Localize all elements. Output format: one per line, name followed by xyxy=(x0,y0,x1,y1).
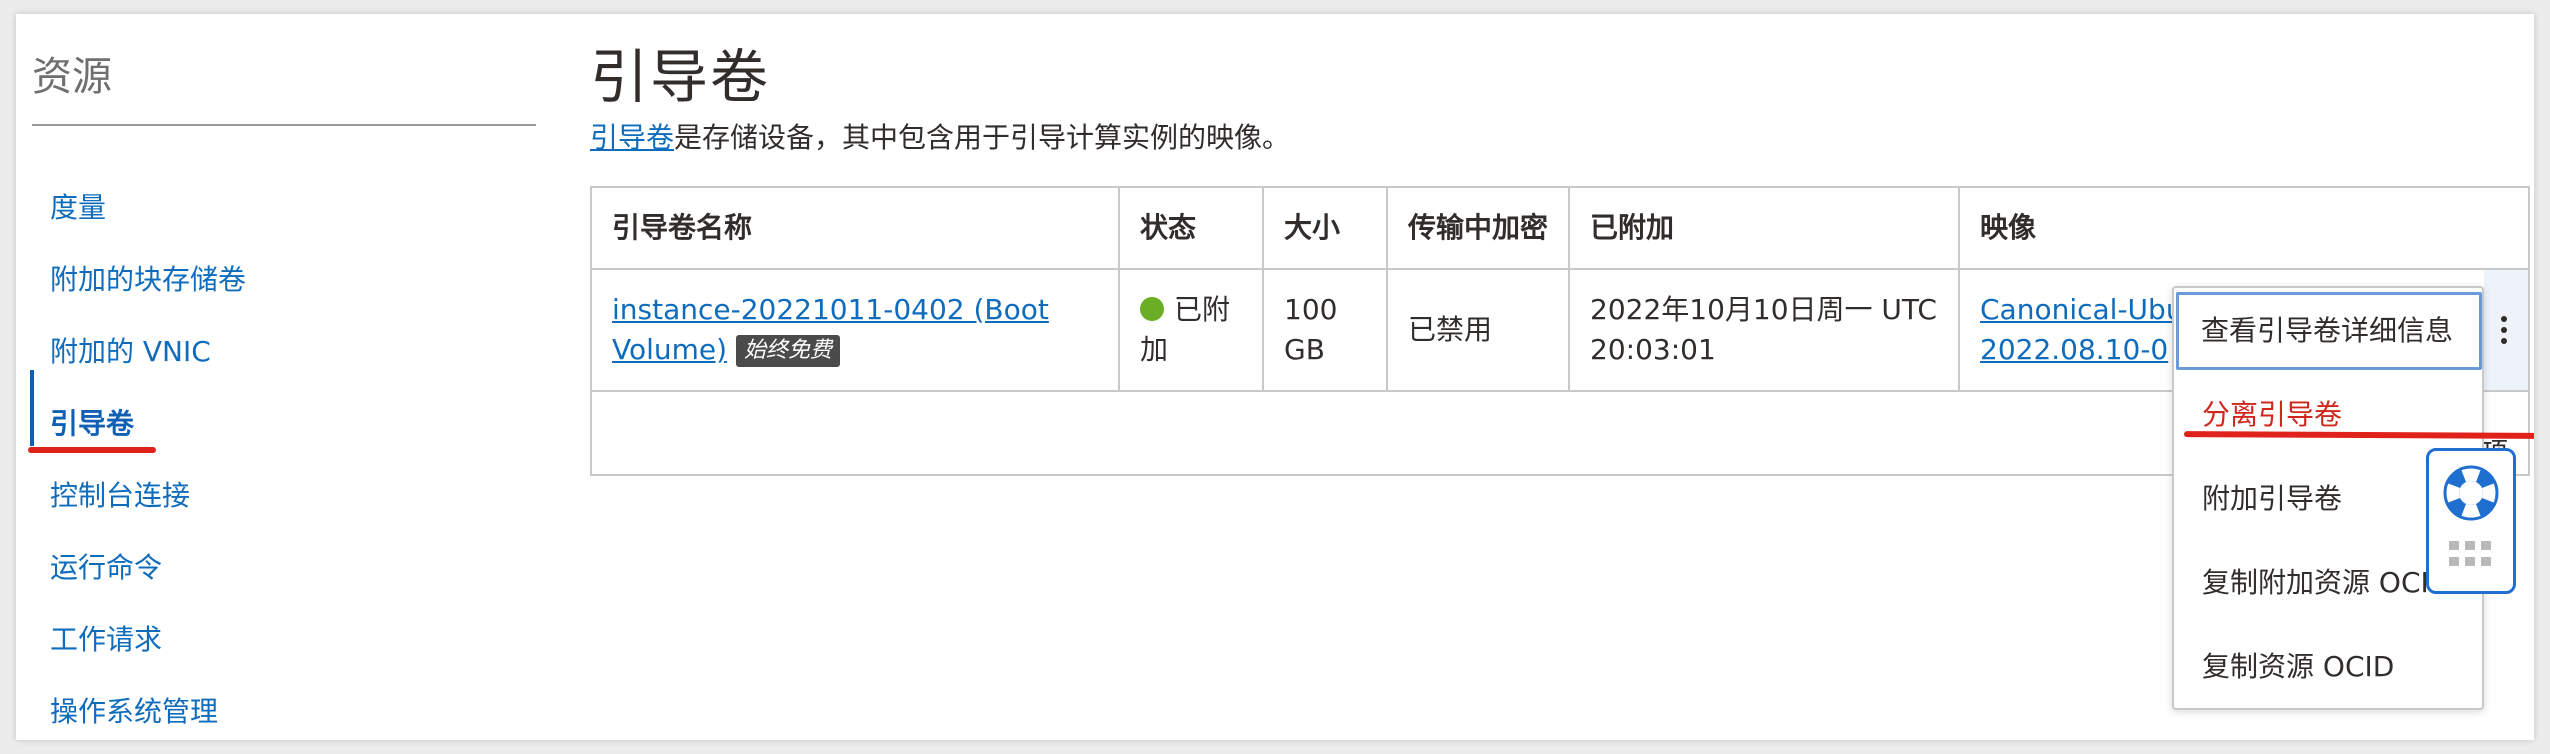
app-window: 资源 度量 附加的块存储卷 附加的 VNIC 引导卷 控制台连接 运行命令 工作… xyxy=(16,14,2534,740)
sidebar-item-boot-volume[interactable]: 引导卷 xyxy=(50,402,134,442)
sidebar-item-metrics[interactable]: 度量 xyxy=(50,186,106,226)
sidebar-item-attached-block-volumes[interactable]: 附加的块存储卷 xyxy=(50,258,246,298)
annotation-underline xyxy=(28,447,156,453)
table-header-row: 引导卷名称 状态 大小 传输中加密 已附加 映像 xyxy=(592,188,2528,270)
sidebar-title: 资源 xyxy=(32,54,112,100)
column-header-in-transit-encryption[interactable]: 传输中加密 xyxy=(1388,188,1570,268)
sidebar-item-console-connections[interactable]: 控制台连接 xyxy=(50,474,190,514)
boot-volume-name-link[interactable]: instance-20221011-0402 (Boot xyxy=(612,293,1049,326)
sidebar-item-run-command[interactable]: 运行命令 xyxy=(50,546,162,586)
help-widget[interactable] xyxy=(2426,448,2516,594)
sidebar-item-attached-vnics[interactable]: 附加的 VNIC xyxy=(50,330,211,370)
row-actions-cell xyxy=(2484,270,2528,390)
column-header-status[interactable]: 状态 xyxy=(1120,188,1264,268)
image-link[interactable]: Canonical-Ubu xyxy=(1980,293,2184,326)
size-value: 100 xyxy=(1284,293,1338,326)
lifebuoy-icon[interactable] xyxy=(2441,463,2501,523)
menu-item-copy-resource-ocid[interactable]: 复制资源 OCID xyxy=(2174,626,2482,708)
attached-time: 20:03:01 xyxy=(1590,333,1716,366)
size-unit: GB xyxy=(1284,333,1325,366)
cell-encryption: 已禁用 xyxy=(1388,270,1570,390)
column-header-size[interactable]: 大小 xyxy=(1264,188,1388,268)
page-title: 引导卷 xyxy=(590,43,771,111)
grip-icon[interactable] xyxy=(2449,541,2493,569)
boot-volume-doc-link[interactable]: 引导卷 xyxy=(590,121,674,154)
description-text: 是存储设备，其中包含用于引导计算实例的映像。 xyxy=(674,121,1291,154)
column-header-image[interactable]: 映像 xyxy=(1960,188,2528,268)
boot-volume-name-link-cont[interactable]: Volume) xyxy=(612,333,727,366)
always-free-badge: 始终免费 xyxy=(735,335,840,367)
status-dot-icon xyxy=(1140,297,1164,321)
cell-size: 100 GB xyxy=(1264,270,1388,390)
sidebar-divider xyxy=(32,124,536,126)
menu-item-detach-boot-volume[interactable]: 分离引导卷 xyxy=(2174,374,2482,456)
sidebar-item-work-requests[interactable]: 工作请求 xyxy=(50,618,162,658)
status-text-cont: 加 xyxy=(1140,333,1169,366)
cell-status: 已附 加 xyxy=(1120,270,1264,390)
attached-date: 2022年10月10日周一 UTC xyxy=(1590,293,1937,326)
encryption-value: 已禁用 xyxy=(1408,313,1493,346)
kebab-menu-icon[interactable] xyxy=(2501,316,2509,349)
menu-item-view-boot-volume-details[interactable]: 查看引导卷详细信息 xyxy=(2176,292,2482,370)
column-header-attached[interactable]: 已附加 xyxy=(1570,188,1960,268)
image-link-cont[interactable]: 2022.08.10-0 xyxy=(1980,333,2168,366)
sidebar-active-indicator xyxy=(30,370,34,446)
column-header-name[interactable]: 引导卷名称 xyxy=(592,188,1120,268)
cell-attached: 2022年10月10日周一 UTC 20:03:01 xyxy=(1570,270,1960,390)
cell-name: instance-20221011-0402 (Boot Volume) 始终免… xyxy=(592,270,1120,390)
status-text: 已附 xyxy=(1174,293,1231,326)
page-description: 引导卷是存储设备，其中包含用于引导计算实例的映像。 xyxy=(590,116,1290,156)
resources-sidebar: 资源 度量 附加的块存储卷 附加的 VNIC 引导卷 控制台连接 运行命令 工作… xyxy=(16,14,536,740)
sidebar-item-os-management[interactable]: 操作系统管理 xyxy=(50,690,218,730)
